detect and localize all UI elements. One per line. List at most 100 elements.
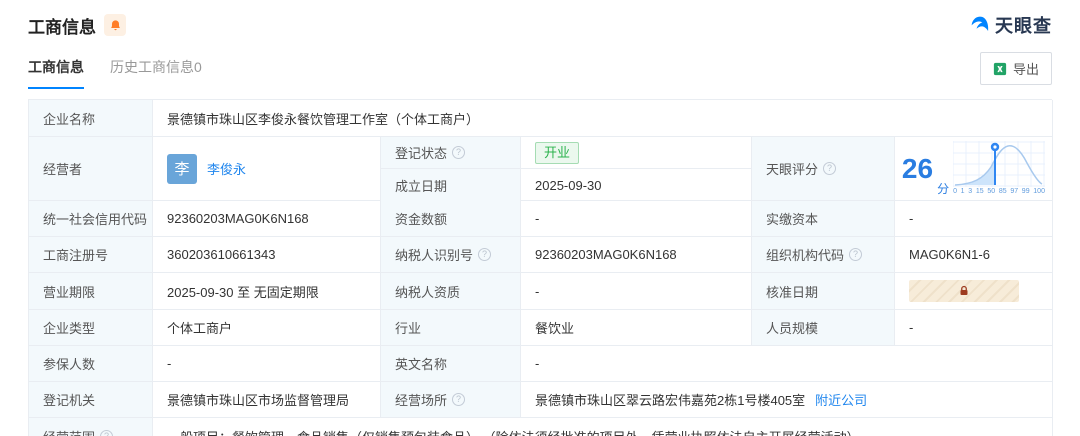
org-code-label-cell: 组织机构代码 bbox=[752, 237, 895, 273]
approval-date-label-cell: 核准日期 bbox=[752, 273, 895, 310]
registration-authority-value-cell: 景德镇市珠山区市场监督管理局 bbox=[153, 382, 381, 418]
capital-amount-value: - bbox=[535, 211, 539, 226]
tab-business-info[interactable]: 工商信息 bbox=[28, 57, 84, 89]
staff-size-label: 人员规模 bbox=[766, 318, 818, 337]
tabs-bar: 工商信息 历史工商信息0 导出 bbox=[0, 52, 1080, 89]
capital-amount-value-cell: - bbox=[521, 201, 752, 237]
company-type-label-cell: 企业类型 bbox=[29, 310, 153, 346]
locked-value[interactable] bbox=[909, 280, 1019, 302]
company-name-label: 企业名称 bbox=[43, 109, 95, 128]
help-icon[interactable] bbox=[478, 248, 491, 261]
business-term-label: 营业期限 bbox=[43, 282, 95, 301]
lock-icon bbox=[958, 285, 970, 297]
score-chart-ticks: 0131550859799100 bbox=[953, 188, 1045, 196]
company-name-value: 景德镇市珠山区李俊永餐饮管理工作室（个体工商户） bbox=[167, 109, 479, 128]
business-term-value: 2025-09-30 至 无固定期限 bbox=[167, 282, 319, 301]
help-icon[interactable] bbox=[452, 146, 465, 159]
registration-number-value-cell: 360203610661343 bbox=[153, 237, 381, 273]
approval-date-label: 核准日期 bbox=[766, 282, 818, 301]
status-badge: 开业 bbox=[535, 142, 579, 164]
business-info-panel: 工商信息 天眼查 工商信息 历史工商信息0 导出 bbox=[0, 0, 1080, 436]
nearby-companies-link[interactable]: 附近公司 bbox=[815, 390, 867, 409]
registration-status-value-cell: 开业 bbox=[521, 137, 751, 169]
english-name-value-cell: - bbox=[521, 346, 1053, 382]
credit-code-label-cell: 统一社会信用代码 bbox=[29, 201, 153, 237]
company-name-value-cell: 景德镇市珠山区李俊永餐饮管理工作室（个体工商户） bbox=[153, 100, 1053, 137]
paid-in-capital-value: - bbox=[909, 211, 913, 226]
english-name-label-cell: 英文名称 bbox=[381, 346, 521, 382]
staff-size-value-cell: - bbox=[895, 310, 1053, 346]
help-icon[interactable] bbox=[452, 393, 465, 406]
tianyan-score-label-cell: 天眼评分 bbox=[752, 137, 895, 201]
company-type-value: 个体工商户 bbox=[167, 318, 232, 337]
insured-count-value-cell: - bbox=[153, 346, 381, 382]
taxpayer-qualification-label-cell: 纳税人资质 bbox=[381, 273, 521, 310]
capital-amount-label-cell: 资金数额 bbox=[381, 201, 521, 237]
score-curve-svg bbox=[953, 141, 1045, 187]
registration-status-label-cell: 登记状态 bbox=[381, 137, 521, 169]
operator-value-cell: 李 李俊永 bbox=[153, 137, 381, 201]
registration-authority-label-cell: 登记机关 bbox=[29, 382, 153, 418]
approval-date-value-cell bbox=[895, 273, 1053, 310]
help-icon[interactable] bbox=[823, 162, 836, 175]
registration-number-value: 360203610661343 bbox=[167, 247, 275, 262]
tianyancha-logo[interactable]: 天眼查 bbox=[970, 12, 1052, 38]
business-premises-value: 景德镇市珠山区翠云路宏伟嘉苑2栋1号楼405室 bbox=[535, 390, 805, 409]
operator-label-cell: 经营者 bbox=[29, 137, 153, 201]
business-term-value-cell: 2025-09-30 至 无固定期限 bbox=[153, 273, 381, 310]
credit-code-value: 92360203MAG0K6N168 bbox=[167, 211, 309, 226]
capital-amount-label: 资金数额 bbox=[395, 209, 447, 228]
business-scope-value: 一般项目：餐饮管理，食品销售（仅销售预包装食品） （除依法须经批准的项目外，凭营… bbox=[167, 427, 860, 436]
business-term-label-cell: 营业期限 bbox=[29, 273, 153, 310]
paid-in-capital-label: 实缴资本 bbox=[766, 209, 818, 228]
operator-name-link[interactable]: 李俊永 bbox=[207, 159, 246, 178]
help-icon[interactable] bbox=[100, 430, 113, 436]
establish-date-label-cell: 成立日期 bbox=[381, 169, 521, 201]
score-unit: 分 bbox=[937, 180, 949, 197]
operator-avatar[interactable]: 李 bbox=[167, 154, 197, 184]
operator-label: 经营者 bbox=[43, 159, 82, 178]
company-name-label-cell: 企业名称 bbox=[29, 100, 153, 137]
registration-number-label-cell: 工商注册号 bbox=[29, 237, 153, 273]
tab-history-business-info[interactable]: 历史工商信息0 bbox=[110, 57, 202, 89]
taxpayer-qualification-value: - bbox=[535, 284, 539, 299]
taxpayer-id-value-cell: 92360203MAG0K6N168 bbox=[521, 237, 752, 273]
staff-size-value: - bbox=[909, 320, 913, 335]
registration-number-label: 工商注册号 bbox=[43, 245, 108, 264]
business-premises-label: 经营场所 bbox=[395, 390, 447, 409]
business-scope-label-cell: 经营范围 bbox=[29, 418, 153, 436]
establish-date-label: 成立日期 bbox=[395, 176, 447, 195]
tianyancha-logo-icon bbox=[970, 15, 990, 35]
paid-in-capital-label-cell: 实缴资本 bbox=[752, 201, 895, 237]
establish-date-value-cell: 2025-09-30 bbox=[521, 169, 751, 201]
establish-date-value: 2025-09-30 bbox=[535, 178, 602, 193]
credit-code-value-cell: 92360203MAG0K6N168 bbox=[153, 201, 381, 237]
help-icon[interactable] bbox=[849, 248, 862, 261]
industry-value-cell: 餐饮业 bbox=[521, 310, 752, 346]
export-button-label: 导出 bbox=[1013, 59, 1039, 78]
monitor-bell-button[interactable] bbox=[104, 14, 126, 36]
status-date-subtable: 登记状态 开业 成立日期 2025-09-30 bbox=[381, 137, 752, 201]
insured-count-value: - bbox=[167, 356, 171, 371]
business-scope-label: 经营范围 bbox=[43, 427, 95, 436]
english-name-value: - bbox=[535, 356, 539, 371]
bell-icon bbox=[109, 19, 122, 32]
english-name-label: 英文名称 bbox=[395, 354, 447, 373]
business-premises-value-cell: 景德镇市珠山区翠云路宏伟嘉苑2栋1号楼405室 附近公司 bbox=[521, 382, 1053, 418]
registration-authority-value: 景德镇市珠山区市场监督管理局 bbox=[167, 390, 349, 409]
insured-count-label-cell: 参保人数 bbox=[29, 346, 153, 382]
staff-size-label-cell: 人员规模 bbox=[752, 310, 895, 346]
score-number: 26 bbox=[902, 155, 933, 183]
org-code-label: 组织机构代码 bbox=[766, 245, 844, 264]
tianyan-score-value-cell: 26 分 bbox=[895, 137, 1053, 201]
registration-status-label: 登记状态 bbox=[395, 143, 447, 162]
registration-authority-label: 登记机关 bbox=[43, 390, 95, 409]
excel-icon bbox=[993, 62, 1007, 76]
export-button[interactable]: 导出 bbox=[980, 52, 1052, 85]
score-distribution-chart: 0131550859799100 bbox=[953, 141, 1045, 196]
business-info-table: 企业名称 景德镇市珠山区李俊永餐饮管理工作室（个体工商户） 经营者 李 李俊永 … bbox=[28, 99, 1052, 436]
tianyancha-logo-text: 天眼查 bbox=[995, 12, 1052, 38]
business-premises-label-cell: 经营场所 bbox=[381, 382, 521, 418]
taxpayer-qualification-label: 纳税人资质 bbox=[395, 282, 460, 301]
business-scope-value-cell: 一般项目：餐饮管理，食品销售（仅销售预包装食品） （除依法须经批准的项目外，凭营… bbox=[153, 418, 1053, 436]
